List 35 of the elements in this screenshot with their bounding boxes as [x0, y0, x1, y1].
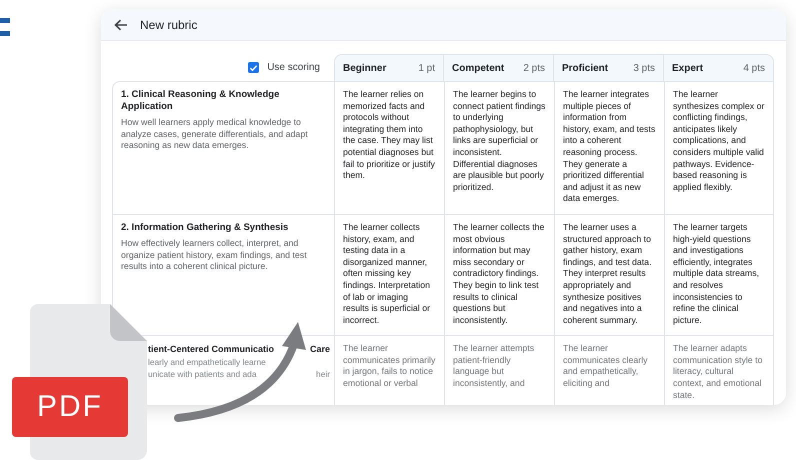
level-points: 2 pts: [523, 62, 545, 74]
back-arrow-icon[interactable]: [114, 18, 128, 30]
level-description: The learner uses a structured approach to gather history, exam findings, and test data. They interpret results appropriately and synthesize positives and negatives into a coherent summary.: [554, 214, 664, 336]
criterion-title: Care: [310, 343, 330, 356]
checkbox[interactable]: [248, 62, 260, 73]
level-description: The learner adapts communication style to literacy, cultural context, and emotional state.: [664, 335, 774, 406]
criterion-description: How effectively learners collect, interpret, and organize patient history, exam findings, and test results into a coherent clinical picture.: [121, 238, 308, 273]
level-description: The learner communicates primarily in jargon, fails to notice emotional or verbal: [334, 335, 444, 406]
level-description: The learner begins to connect patient findings to underlying pathophysiology, but links are superficial or inconsistent. Differential diagnoses are plausible but poorly prioritized.: [444, 81, 554, 214]
checkbox-label: Use scoring: [267, 62, 320, 73]
logo-fragment-icon: [0, 18, 10, 38]
window-title: New rubric: [140, 18, 198, 32]
level-name: Proficient: [562, 62, 608, 74]
criterion-title: 1. Clinical Reasoning & Knowledge Application: [121, 89, 280, 113]
level-description: The learner attempts patient-friendly language but inconsistently, and: [444, 335, 554, 406]
level-description: The learner targets high-yield questions and investigations efficiently, integrates multiple data streams, and resolves inconsistencies to refine the clinical picture.: [664, 214, 774, 336]
level-name: Beginner: [343, 62, 386, 74]
criterion-description: heir: [316, 368, 330, 380]
level-points: 3 pts: [633, 62, 655, 74]
level-points: 4 pts: [743, 62, 765, 74]
criterion-description: unicate with patients and ada: [148, 368, 256, 380]
pdf-badge: PDF: [12, 377, 128, 437]
level-description: The learner synthesizes complex or conflicting findings, anticipates likely complications, and considers multiple valid pathways. Evidence-based reasoning is applied flexibly.: [664, 81, 774, 214]
criterion-description: How well learners apply medical knowledge to analyze cases, generate differentials, and adapt reasoning as new data emerges.: [121, 117, 309, 152]
level-name: Expert: [672, 62, 704, 74]
criterion-title: 2. Information Gathering & Synthesis: [121, 222, 290, 234]
level-description: The learner relies on memorized facts and protocols without integrating them into the case. They may list potential diagnoses but fail to prioritize or justify them.: [334, 81, 444, 214]
level-description: The learner communicates clearly and empathetically, eliciting and: [554, 335, 664, 406]
level-description: The learner integrates multiple pieces of information from history, exam, and tests into a coherent reasoning process. They generate a prioritized differential and adjust it as new data emerges.: [554, 81, 664, 214]
level-points: 1 pt: [418, 62, 435, 74]
criterion-description: learly and empathetically learne: [148, 357, 266, 369]
level-description: The learner collects history, exam, and testing data in a disorganized manner, often missing key findings. Interpretation of lab or imaging results is superficial or incorrect.: [334, 214, 444, 336]
level-name: Competent: [452, 62, 504, 74]
level-description: The learner collects the most obvious information but may miss secondary or contradictory findings. They begin to link test results to clinical questions but inconsistently.: [444, 214, 554, 336]
criterion-title: tient-Centered Communicatio: [148, 343, 274, 356]
